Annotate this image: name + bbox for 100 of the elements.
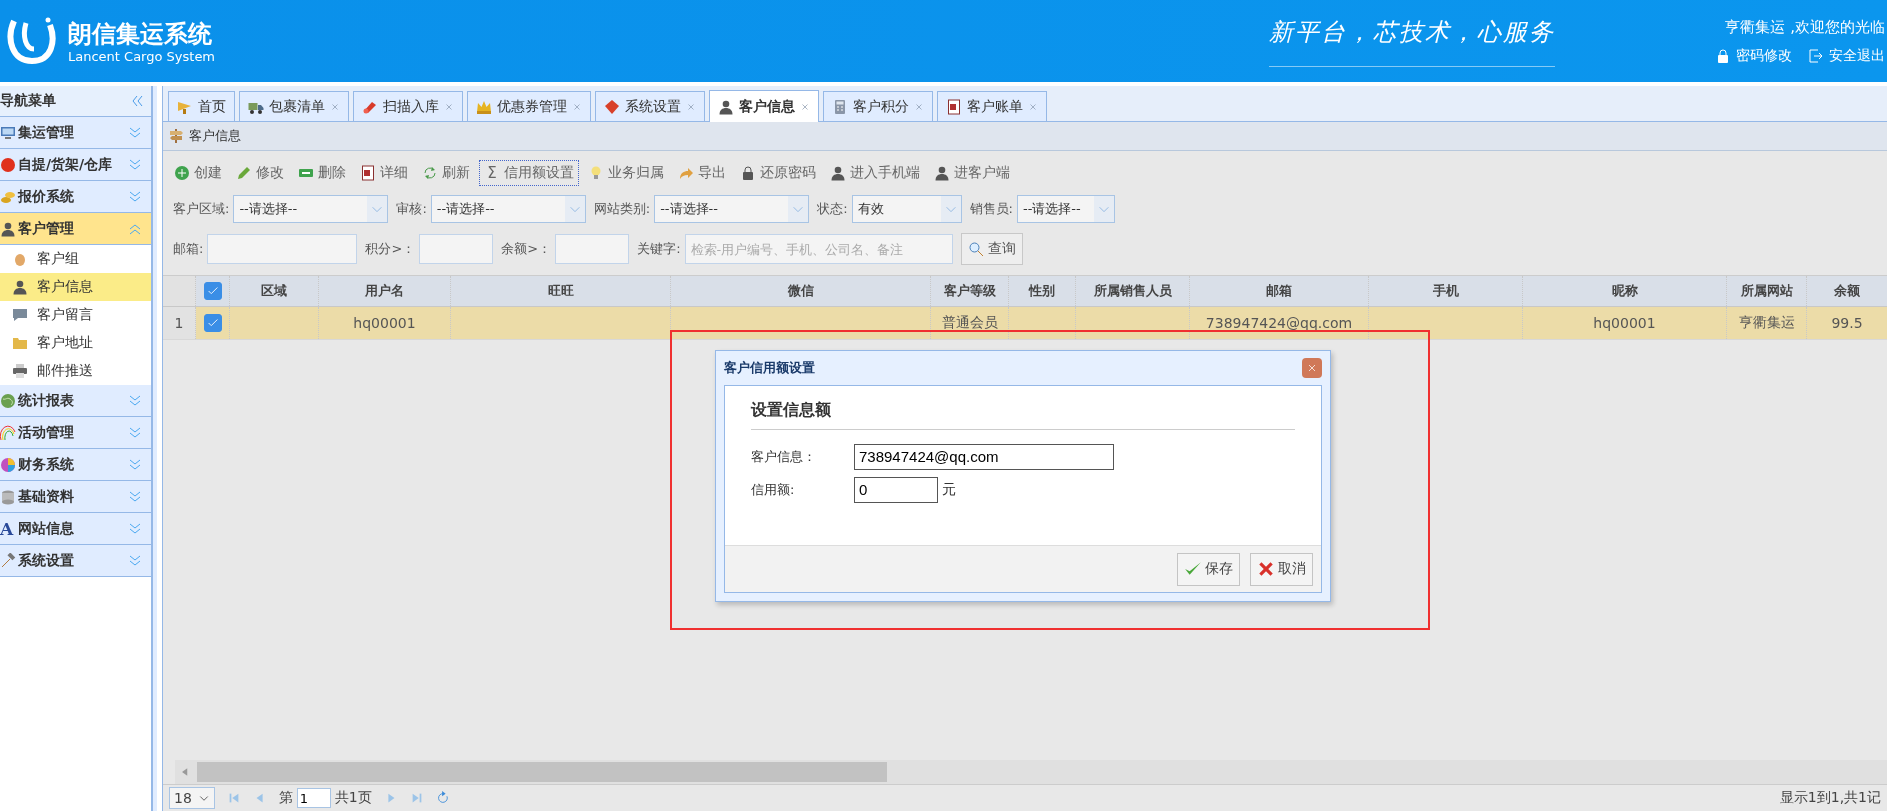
tab[interactable]: 优惠券管理 <box>467 91 591 121</box>
close-icon[interactable] <box>914 101 924 112</box>
search-button[interactable]: 查询 <box>960 233 1023 265</box>
sidebar-group[interactable]: 统计报表 <box>0 385 151 417</box>
scrollbar-thumb[interactable] <box>197 762 887 782</box>
toolbar-button[interactable]: Σ 信用额设置 <box>479 160 579 186</box>
printer-icon <box>12 363 28 379</box>
checkbox[interactable] <box>203 282 222 300</box>
save-button[interactable]: 保存 <box>1177 552 1240 586</box>
input-field[interactable] <box>207 234 358 264</box>
sidebar-group[interactable]: 客户管理 <box>0 213 151 245</box>
page-size-select[interactable]: 18 <box>169 787 215 809</box>
filter-label: 邮箱: <box>173 240 204 258</box>
dialog-title: 客户信用额设置 <box>724 359 815 377</box>
sidebar-group[interactable]: 报价系统 <box>0 181 151 213</box>
column-header[interactable]: 所属网站 <box>1727 276 1807 306</box>
hammer-icon <box>0 552 16 569</box>
select-field[interactable]: --请选择-- <box>654 195 810 223</box>
sidebar-group[interactable]: 集运管理 <box>0 117 151 149</box>
select-field[interactable]: 有效 <box>851 195 962 223</box>
lock-icon <box>1715 47 1731 64</box>
toolbar-button[interactable]: 进入手机端 <box>825 160 925 186</box>
sidebar-item[interactable]: 客户组 <box>0 245 151 273</box>
column-header[interactable]: 区域 <box>230 276 319 306</box>
checkbox[interactable] <box>203 314 222 332</box>
select-field[interactable]: --请选择-- <box>1016 195 1115 223</box>
sidebar-group[interactable]: 财务系统 <box>0 449 151 481</box>
toolbar-button[interactable]: 创建 <box>169 160 227 186</box>
logo-icon <box>6 15 58 67</box>
person-icon <box>830 165 846 181</box>
tab[interactable]: 客户积分 <box>823 91 933 121</box>
toolbar-button[interactable]: 删除 <box>293 160 351 186</box>
sidebar-group[interactable]: 活动管理 <box>0 417 151 449</box>
filter-label: 余额>： <box>501 240 552 258</box>
close-icon[interactable] <box>572 101 582 112</box>
column-header[interactable]: 邮箱 <box>1190 276 1369 306</box>
color-wheel-icon <box>0 456 16 473</box>
column-header[interactable]: 余额 <box>1807 276 1887 306</box>
close-button[interactable] <box>1302 358 1322 378</box>
app-subtitle: Lancent Cargo System <box>68 48 216 64</box>
column-header[interactable]: 客户等级 <box>931 276 1009 306</box>
dialog-heading: 设置信息额 <box>751 400 1295 430</box>
tab[interactable]: 首页 <box>168 91 235 121</box>
table-row[interactable]: 1 hq00001 普通会员 738947424@qq.com hq00001 亨衢集运 99.5 <box>163 307 1887 340</box>
toolbar-button[interactable]: 详细 <box>355 160 413 186</box>
sidebar-group[interactable]: 自提/货架/仓库 <box>0 149 151 181</box>
sidebar-group[interactable]: 系统设置 <box>0 545 151 577</box>
close-icon[interactable] <box>444 101 454 112</box>
close-icon[interactable] <box>800 101 810 112</box>
toolbar-button[interactable]: 修改 <box>231 160 289 186</box>
filter-label: 网站类别: <box>593 200 651 218</box>
tab[interactable]: 扫描入库 <box>353 91 463 121</box>
sidebar-group[interactable]: 基础资料 <box>0 481 151 513</box>
column-header[interactable]: 用户名 <box>319 276 451 306</box>
input-field[interactable]: 738947424@qq.com <box>854 443 1114 470</box>
dot-icon <box>0 156 16 173</box>
welcome-text: 亨衢集运 ,欢迎您的光临 <box>1725 17 1885 37</box>
app-title: 朗信集运系统 <box>68 18 213 49</box>
close-icon[interactable] <box>1028 101 1038 112</box>
close-icon[interactable] <box>330 101 340 112</box>
select-field[interactable]: --请选择-- <box>233 195 389 223</box>
column-header[interactable]: 性别 <box>1009 276 1076 306</box>
filter-label: 客户区域: <box>173 200 230 218</box>
tab[interactable]: 包裹清单 <box>239 91 349 121</box>
document-icon <box>946 98 962 115</box>
row-number: 1 <box>163 307 196 339</box>
close-icon[interactable] <box>686 101 696 112</box>
refresh-icon[interactable] <box>435 791 450 805</box>
input-field[interactable] <box>419 234 494 264</box>
toolbar-button[interactable]: 进客户端 <box>929 160 1015 186</box>
column-header[interactable]: 昵称 <box>1523 276 1727 306</box>
toolbar-button[interactable]: 业务归属 <box>583 160 669 186</box>
sidebar-group[interactable]: A 网站信息 <box>0 513 151 545</box>
table-cell: 普通会员 <box>941 314 998 332</box>
sidebar-item[interactable]: 客户地址 <box>0 329 151 357</box>
input-field[interactable]: 0 <box>854 476 938 503</box>
column-header[interactable]: 手机 <box>1369 276 1523 306</box>
column-header[interactable]: 微信 <box>671 276 931 306</box>
tab[interactable]: 客户账单 <box>937 91 1047 121</box>
tab[interactable]: 系统设置 <box>595 91 705 121</box>
select-field[interactable]: --请选择-- <box>430 195 586 223</box>
slogan: 新平台，芯技术，心服务 <box>1269 15 1555 67</box>
column-header[interactable]: 旺旺 <box>451 276 671 306</box>
cancel-button[interactable]: 取消 <box>1250 552 1313 586</box>
panel-title: 客户信息 <box>189 127 241 145</box>
input-field[interactable]: 检索-用户编号、手机、公司名、备注 <box>684 234 953 264</box>
person-icon <box>934 165 950 181</box>
sidebar-item[interactable]: 邮件推送 <box>0 357 151 385</box>
person-icon <box>12 279 28 295</box>
toolbar-button[interactable]: 还原密码 <box>735 160 821 186</box>
page-input[interactable]: 1 <box>296 788 331 808</box>
tab[interactable]: 客户信息 <box>709 90 819 122</box>
toolbar-button[interactable]: 导出 <box>673 160 731 186</box>
filter-label: 积分>： <box>365 240 416 258</box>
arrow-icon <box>678 165 694 181</box>
toolbar-button[interactable]: 刷新 <box>417 160 475 186</box>
sidebar-item[interactable]: 客户留言 <box>0 301 151 329</box>
column-header[interactable]: 所属销售人员 <box>1076 276 1190 306</box>
sidebar-item[interactable]: 客户信息 <box>0 273 151 301</box>
input-field[interactable] <box>555 234 630 264</box>
